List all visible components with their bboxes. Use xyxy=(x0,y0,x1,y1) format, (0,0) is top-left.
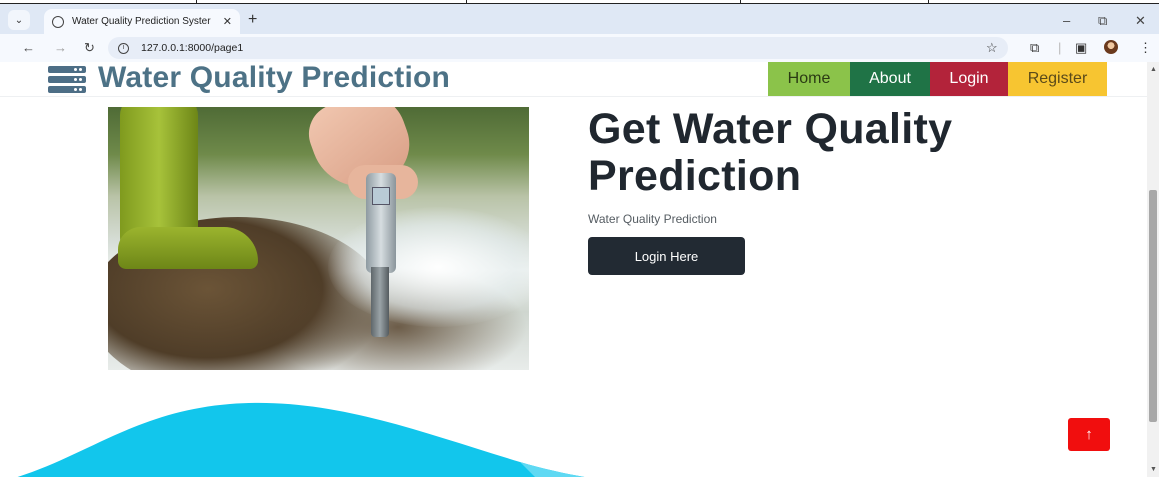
server-logo-icon[interactable] xyxy=(48,66,86,94)
globe-icon xyxy=(52,15,64,28)
minimize-icon[interactable]: – xyxy=(1063,13,1070,28)
browser-tab-bar: ⌄ Water Quality Prediction Syster ✕ + – … xyxy=(0,4,1159,34)
tab-search-chevron-icon[interactable]: ⌄ xyxy=(8,10,30,30)
scroll-up-arrow-icon[interactable]: ▲ xyxy=(1150,66,1157,73)
hero-title: Get Water Quality Prediction xyxy=(588,105,953,200)
page-scrollbar[interactable]: ▲ ▼ xyxy=(1147,62,1159,477)
bookmark-star-icon[interactable]: ☆ xyxy=(986,40,998,56)
login-here-button[interactable]: Login Here xyxy=(588,237,745,275)
scroll-down-arrow-icon[interactable]: ▼ xyxy=(1150,466,1157,473)
browser-toolbar: ← → ↻ i 127.0.0.1:8000/page1 ☆ ⧉ | ▣ ⋮ xyxy=(0,34,1159,62)
extensions-icon[interactable]: ⧉ xyxy=(1030,40,1039,56)
nav-register-button[interactable]: Register xyxy=(1008,62,1107,96)
new-tab-icon[interactable]: + xyxy=(248,12,257,28)
nav-login-button[interactable]: Login xyxy=(930,62,1008,96)
profile-avatar[interactable] xyxy=(1104,40,1118,54)
scrollbar-thumb[interactable] xyxy=(1149,190,1157,422)
reload-icon[interactable]: ↻ xyxy=(84,40,95,56)
url-text: 127.0.0.1:8000/page1 xyxy=(141,42,244,54)
toolbar-divider: | xyxy=(1058,40,1062,55)
hero-image xyxy=(108,107,529,370)
tab-title: Water Quality Prediction Syster xyxy=(72,16,211,27)
nav-home-button[interactable]: Home xyxy=(768,62,850,96)
decorative-wave xyxy=(17,402,585,477)
forward-icon[interactable]: → xyxy=(54,40,67,55)
close-tab-icon[interactable]: ✕ xyxy=(223,15,232,28)
nav-about-button[interactable]: About xyxy=(850,62,930,96)
close-window-icon[interactable]: ✕ xyxy=(1135,13,1146,29)
back-icon[interactable]: ← xyxy=(22,40,35,55)
site-brand[interactable]: Water Quality Prediction xyxy=(98,62,450,95)
site-info-icon[interactable]: i xyxy=(118,42,129,54)
page-viewport: Water Quality Prediction Home About Logi… xyxy=(0,62,1147,477)
browser-menu-icon[interactable]: ⋮ xyxy=(1139,40,1152,56)
scroll-to-top-button[interactable]: ↑ xyxy=(1068,418,1110,451)
hero-subtitle: Water Quality Prediction xyxy=(588,212,717,226)
browser-tab[interactable]: Water Quality Prediction Syster ✕ xyxy=(44,9,240,34)
address-bar[interactable]: i 127.0.0.1:8000/page1 xyxy=(108,37,1008,59)
site-header: Water Quality Prediction Home About Logi… xyxy=(0,62,1147,97)
side-panel-icon[interactable]: ▣ xyxy=(1075,40,1087,56)
restore-icon[interactable]: ⧉ xyxy=(1098,13,1107,29)
